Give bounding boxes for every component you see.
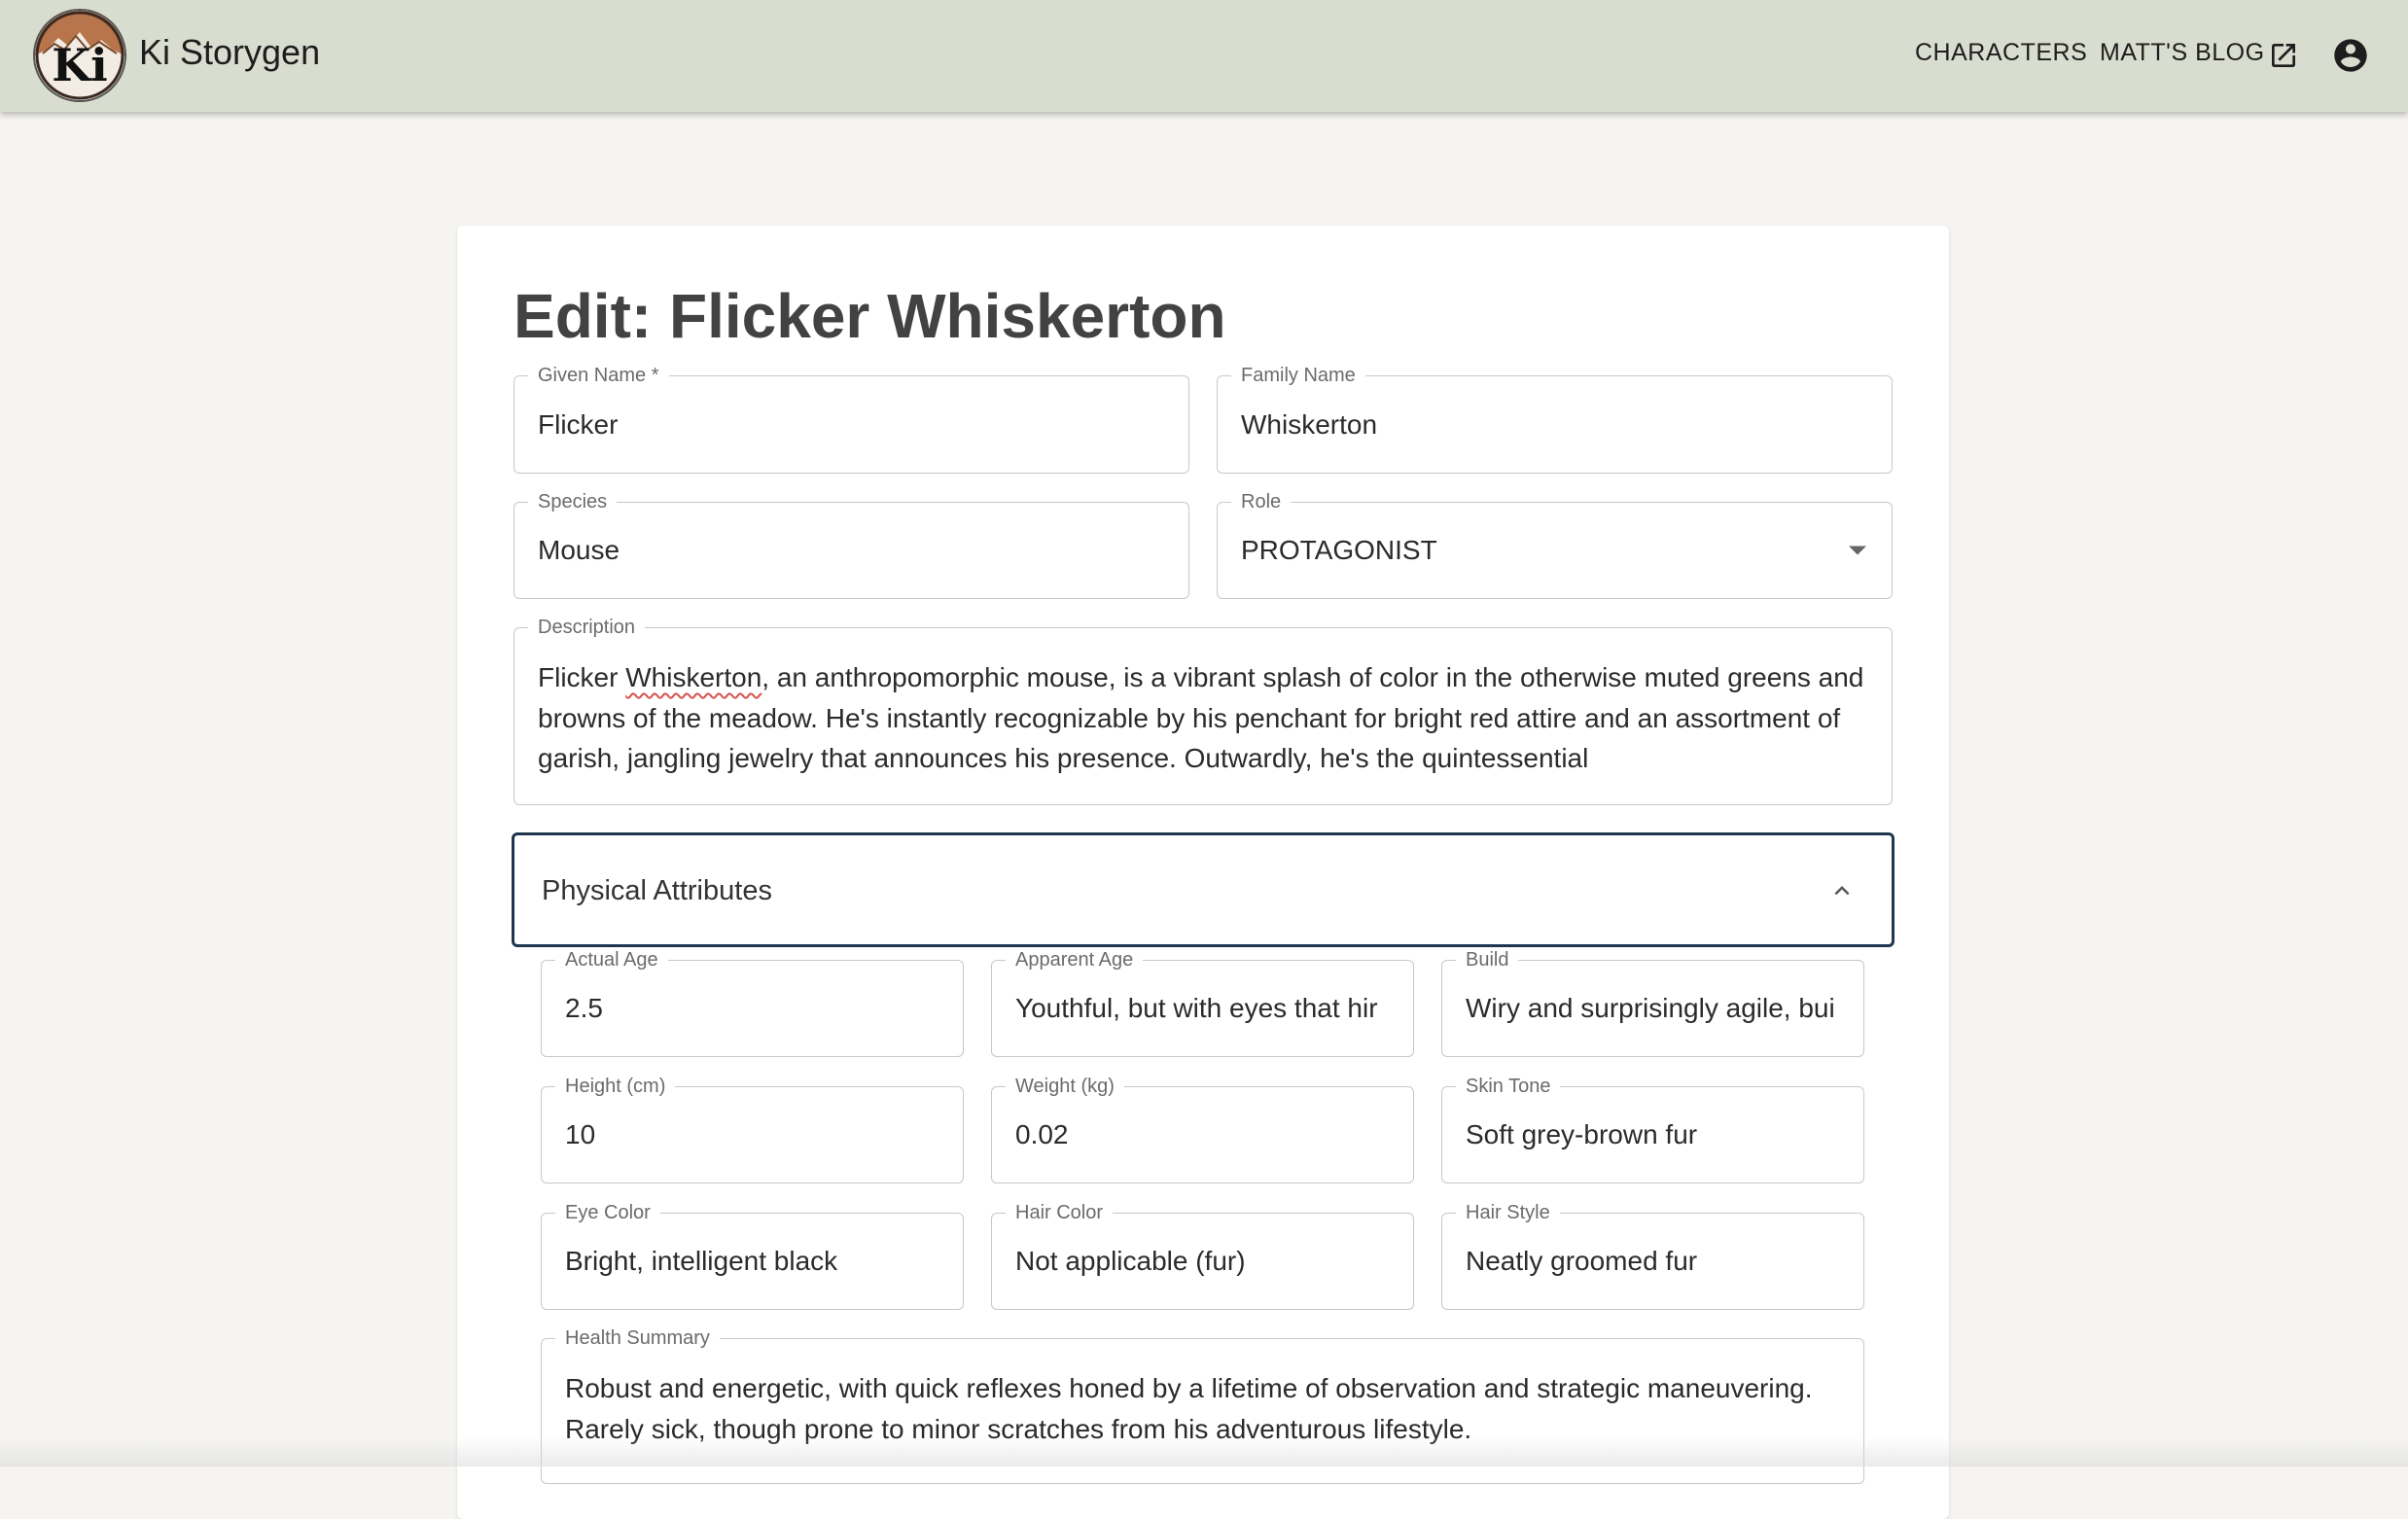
physical-attributes-title: Physical Attributes [542,875,772,906]
role-select[interactable]: Role PROTAGONIST [1217,490,1893,599]
given-name-value[interactable]: Flicker [538,408,1165,442]
dropdown-arrow-icon[interactable] [1849,546,1866,555]
chevron-up-icon[interactable] [1827,876,1857,905]
page-title: Edit: Flicker Whiskerton [513,281,1226,351]
height-label: Height (cm) [555,1075,676,1098]
given-name-label: Given Name * [528,364,669,387]
height-value[interactable]: 10 [565,1118,939,1151]
actual-age-value[interactable]: 2.5 [565,992,939,1025]
eye-color-field[interactable]: Eye Color Bright, intelligent black [541,1201,964,1310]
hair-style-label: Hair Style [1456,1201,1560,1224]
svg-text:Ki: Ki [52,39,107,91]
physical-attributes-accordion[interactable]: Physical Attributes [512,832,1895,947]
app-bar: Ki Ki Storygen CHARACTERS MATT'S BLOG [0,0,2408,112]
actual-age-field[interactable]: Actual Age 2.5 [541,948,964,1057]
apparent-age-label: Apparent Age [1006,948,1144,971]
actual-age-label: Actual Age [555,948,668,971]
build-value[interactable]: Wiry and surprisingly agile, bui [1466,992,1840,1025]
health-summary-label: Health Summary [555,1326,720,1350]
hair-color-label: Hair Color [1006,1201,1114,1224]
misspelled-word: Whiskerton [625,662,762,692]
weight-field[interactable]: Weight (kg) 0.02 [991,1075,1414,1183]
given-name-field[interactable]: Given Name * Flicker [513,364,1189,474]
open-in-new-icon[interactable] [2268,40,2299,71]
family-name-value[interactable]: Whiskerton [1241,408,1868,442]
eye-color-value[interactable]: Bright, intelligent black [565,1245,939,1278]
role-label: Role [1231,490,1292,513]
description-value[interactable]: Flicker Whiskerton, an anthropomorphic m… [538,657,1868,778]
family-name-label: Family Name [1231,364,1365,387]
eye-color-label: Eye Color [555,1201,660,1224]
hair-style-value[interactable]: Neatly groomed fur [1466,1245,1840,1278]
apparent-age-field[interactable]: Apparent Age Youthful, but with eyes tha… [991,948,1414,1057]
species-label: Species [528,490,618,513]
family-name-field[interactable]: Family Name Whiskerton [1217,364,1893,474]
nav-characters-link[interactable]: CHARACTERS [1915,39,2087,67]
hair-color-value[interactable]: Not applicable (fur) [1015,1245,1390,1278]
hair-color-field[interactable]: Hair Color Not applicable (fur) [991,1201,1414,1310]
weight-value[interactable]: 0.02 [1015,1118,1390,1151]
description-field[interactable]: Description Flicker Whiskerton, an anthr… [513,616,1893,805]
account-circle-icon[interactable] [2331,36,2370,75]
scroll-edge-shadow [0,1437,2408,1466]
apparent-age-value[interactable]: Youthful, but with eyes that hir [1015,992,1390,1025]
build-field[interactable]: Build Wiry and surprisingly agile, bui [1441,948,1864,1057]
description-label: Description [528,616,646,639]
species-field[interactable]: Species Mouse [513,490,1189,599]
weight-label: Weight (kg) [1006,1075,1124,1098]
build-label: Build [1456,948,1519,971]
skin-tone-label: Skin Tone [1456,1075,1561,1098]
hair-style-field[interactable]: Hair Style Neatly groomed fur [1441,1201,1864,1310]
species-value[interactable]: Mouse [538,534,1165,567]
ki-logo-icon: Ki [35,11,124,100]
role-value[interactable]: PROTAGONIST [1241,534,1868,567]
height-field[interactable]: Height (cm) 10 [541,1075,964,1183]
nav-blog-link[interactable]: MATT'S BLOG [2100,39,2265,67]
app-title[interactable]: Ki Storygen [139,32,320,73]
skin-tone-value[interactable]: Soft grey-brown fur [1466,1118,1840,1151]
app-logo[interactable]: Ki [35,11,124,100]
skin-tone-field[interactable]: Skin Tone Soft grey-brown fur [1441,1075,1864,1183]
